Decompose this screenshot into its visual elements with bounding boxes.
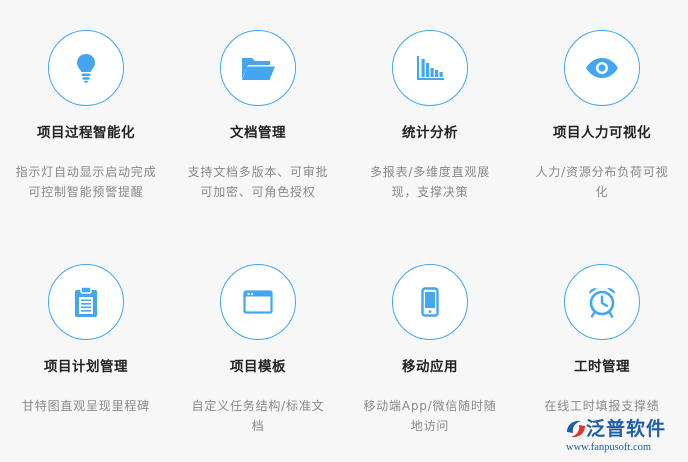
- feature-description: 自定义任务结构/标准文档: [191, 399, 325, 433]
- feature-title: 项目人力可视化: [553, 125, 651, 141]
- feature-description: 多报表/多维度直观展现，支撑决策: [369, 165, 491, 199]
- eye-icon: [586, 58, 618, 78]
- feature-description: 指示灯自动显示启动完成可控制智能预警提醒: [15, 165, 157, 199]
- feature-icon-circle: [48, 30, 124, 106]
- feature-title: 文档管理: [230, 125, 286, 141]
- mobile-phone-icon: [421, 287, 439, 317]
- watermark-brand: 泛普软件: [586, 418, 667, 440]
- feature-description: 人力/资源分布负荷可视化: [535, 165, 669, 199]
- feature-title: 工时管理: [574, 359, 630, 375]
- template-window-icon: [243, 290, 273, 314]
- feature-grid: 项目过程智能化 指示灯自动显示启动完成可控制智能预警提醒 文档管理 支持文档多版…: [0, 0, 688, 462]
- feature-icon-circle: [220, 264, 296, 340]
- feature-title: 统计分析: [402, 125, 458, 141]
- watermark: 泛普软件 www.fanpusoft.com: [560, 412, 688, 462]
- feature-icon-circle: [392, 30, 468, 106]
- feature-title: 项目计划管理: [44, 359, 128, 375]
- lightbulb-icon: [77, 54, 95, 83]
- feature-title: 移动应用: [402, 359, 458, 375]
- feature-description: 移动端App/微信随时随地访问: [363, 399, 497, 433]
- feature-icon-circle: [48, 264, 124, 340]
- watermark-url: www.fanpusoft.com: [566, 442, 652, 453]
- feature-icon-circle: [564, 264, 640, 340]
- feature-title: 项目模板: [230, 359, 286, 375]
- fanpusoft-logo-icon: [567, 420, 585, 438]
- alarm-clock-icon: [589, 288, 615, 318]
- feature-description: 支持文档多版本、可审批可加密、可角色授权: [187, 165, 329, 199]
- bar-chart-icon: [417, 56, 444, 80]
- feature-icon-circle: [392, 264, 468, 340]
- feature-title: 项目过程智能化: [37, 125, 135, 141]
- feature-icon-circle: [564, 30, 640, 106]
- feature-icon-circle: [220, 30, 296, 106]
- clipboard-icon: [75, 286, 97, 317]
- folder-icon: [242, 58, 275, 80]
- feature-description: 甘特图直观呈现里程碑: [21, 399, 150, 413]
